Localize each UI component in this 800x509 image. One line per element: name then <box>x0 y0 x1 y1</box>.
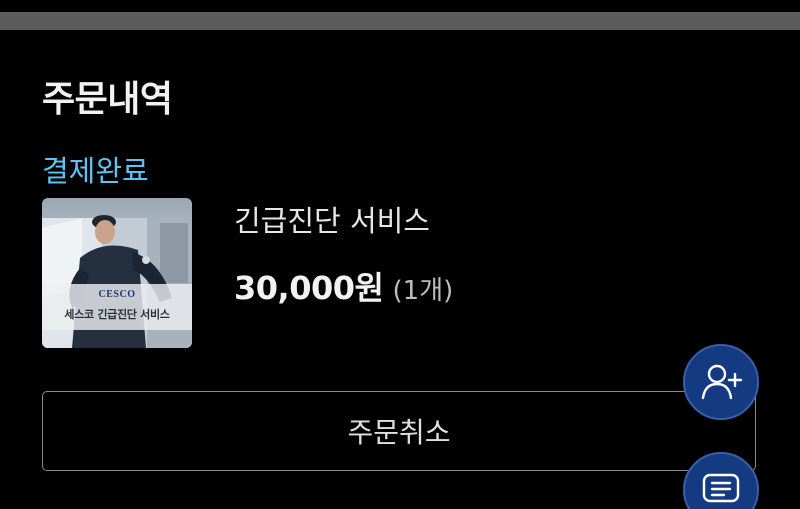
brand-logo: CESCO <box>98 289 136 300</box>
cancel-order-label: 주문취소 <box>347 416 451 449</box>
product-quantity: (1개) <box>392 276 454 306</box>
chat-icon <box>702 473 740 503</box>
add-friend-button[interactable] <box>683 344 759 420</box>
section-title: 주문내역 <box>42 79 173 120</box>
product-name[interactable]: 긴급진단 서비스 <box>234 202 430 240</box>
price-row: 30,000원 (1개) <box>234 268 453 314</box>
order-status-label: 결제완료 <box>42 154 149 188</box>
cancel-order-button[interactable]: 주문취소 <box>42 391 756 471</box>
product-thumbnail[interactable]: CESCO 세스코 긴급진단 서비스 <box>42 198 192 348</box>
order-history-page: 주문내역 결제완료 CESCO 세스코 긴급진단 서비스 긴급진단 서비스 30… <box>0 0 800 509</box>
add-user-icon <box>701 364 743 400</box>
top-divider-bar <box>0 12 800 30</box>
product-price: 30,000원 <box>234 269 384 307</box>
thumbnail-caption: 세스코 긴급진단 서비스 <box>64 308 170 321</box>
